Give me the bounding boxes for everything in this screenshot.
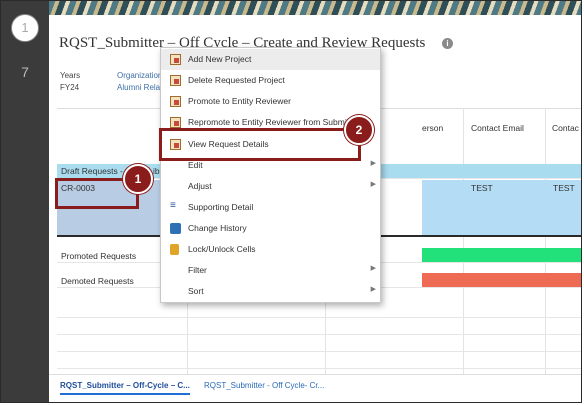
menu-item-label: Edit (188, 160, 203, 170)
table-row (57, 303, 581, 318)
document-promote-icon (170, 96, 181, 107)
app-window: 1 7 RQST_Submitter – Off Cycle – Create … (0, 0, 582, 403)
submenu-arrow-icon: ▶ (370, 265, 376, 272)
menu-item-label: Lock/Unlock Cells (188, 244, 256, 254)
menu-item-adjust[interactable]: Adjust ▶ (161, 176, 380, 197)
submenu-arrow-icon: ▶ (370, 181, 376, 188)
menu-item-filter[interactable]: Filter ▶ (161, 260, 380, 281)
menu-item-label: Supporting Detail (188, 202, 254, 212)
menu-item-add-new-project[interactable]: Add New Project (161, 49, 380, 70)
menu-item-label: Change History (188, 223, 247, 233)
request-details-cells[interactable]: TEST TEST (422, 180, 581, 236)
column-header-contact-email[interactable]: Contact Email (471, 123, 524, 133)
column-header-contact[interactable]: Contac (552, 123, 579, 133)
info-icon[interactable]: i (442, 38, 453, 49)
menu-item-supporting-detail[interactable]: ≡ Supporting Detail (161, 197, 380, 218)
promoted-requests-label: Promoted Requests (61, 251, 137, 261)
change-history-icon (170, 223, 181, 234)
contact-value: TEST (553, 183, 575, 193)
callout-badge-1: 1 (123, 164, 153, 194)
promoted-status-bar (422, 248, 581, 262)
pov-org-label: Organization (117, 71, 163, 80)
callout-box-2 (159, 128, 361, 161)
document-delete-icon (170, 75, 181, 86)
pov-years-label: Years (60, 71, 81, 80)
table-row (57, 354, 581, 369)
menu-item-label: Add New Project (188, 54, 252, 64)
submenu-arrow-icon: ▶ (370, 286, 376, 293)
draft-requests-label: Draft Requests - (61, 166, 123, 176)
step-current: 1 (11, 14, 39, 42)
table-row (57, 337, 581, 352)
supporting-detail-icon: ≡ (170, 200, 176, 211)
context-menu: Add New Project Delete Requested Project… (160, 47, 381, 303)
menu-item-lock-unlock[interactable]: Lock/Unlock Cells (161, 239, 380, 260)
menu-item-delete-requested-project[interactable]: Delete Requested Project (161, 70, 380, 91)
decorative-banner (49, 1, 581, 15)
menu-item-label: Filter (188, 265, 207, 275)
document-repromote-icon (170, 117, 181, 128)
menu-item-label: Delete Requested Project (188, 75, 285, 85)
pov-org-value: Alumni Rela (117, 83, 161, 92)
step-next: 7 (21, 64, 29, 80)
menu-item-sort[interactable]: Sort ▶ (161, 281, 380, 302)
demoted-requests-label: Demoted Requests (61, 276, 134, 286)
tab-bar: RQST_Submitter – Off-Cycle – C... RQST_S… (49, 374, 581, 402)
pov-years-value: FY24 (60, 83, 80, 92)
tab-create-review-2[interactable]: RQST_Submitter - Off Cycle- Cr... (204, 381, 324, 390)
callout-badge-2: 2 (344, 115, 374, 145)
submenu-arrow-icon: ▶ (370, 160, 376, 167)
tab-create-review[interactable]: RQST_Submitter – Off-Cycle – C... (60, 381, 190, 395)
lock-icon (170, 244, 179, 255)
pov-years[interactable]: Years FY24 (60, 70, 80, 94)
demoted-status-bar (422, 273, 581, 287)
contact-email-value: TEST (471, 183, 493, 193)
column-header-person[interactable]: erson (422, 123, 443, 133)
menu-item-label: Promote to Entity Reviewer (188, 96, 291, 106)
document-add-icon (170, 54, 181, 65)
menu-item-promote[interactable]: Promote to Entity Reviewer (161, 91, 380, 112)
menu-item-change-history[interactable]: Change History (161, 218, 380, 239)
draft-requests-suffix: ib (153, 166, 160, 176)
menu-item-label: Adjust (188, 181, 212, 191)
table-row (57, 320, 581, 335)
step-rail: 1 7 (1, 1, 49, 402)
menu-item-label: Repromote to Entity Reviewer from Submit (188, 117, 350, 127)
menu-item-label: Sort (188, 286, 204, 296)
pov-organization[interactable]: Organization Alumni Rela (117, 70, 162, 94)
